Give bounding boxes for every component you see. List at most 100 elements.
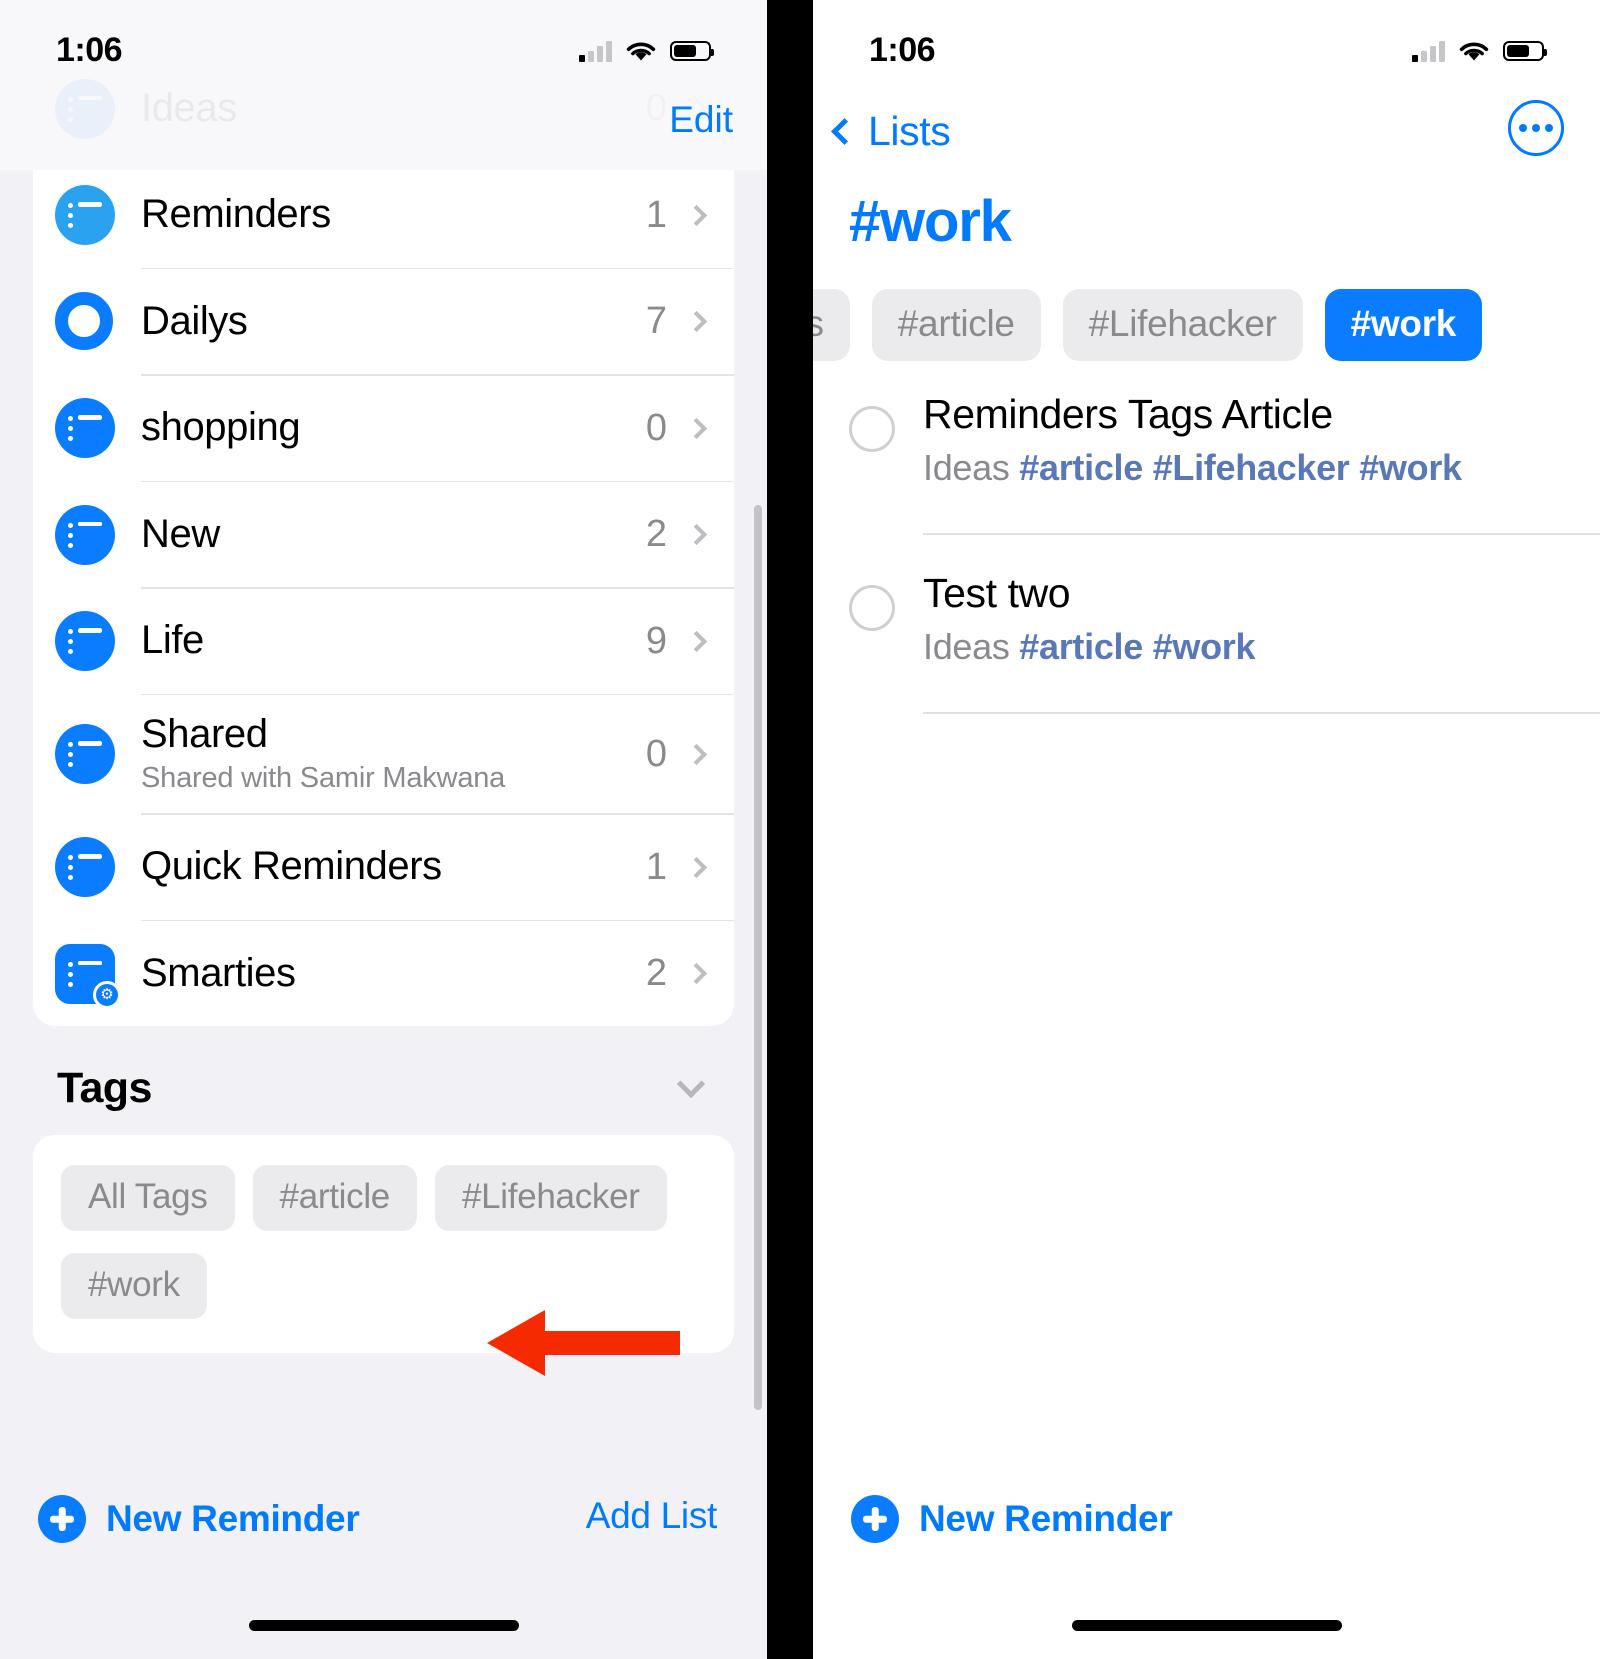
new-reminder-label: New Reminder <box>106 1498 360 1539</box>
reminder-spacer <box>813 714 1600 748</box>
tag-filter-pill[interactable]: #Lifehacker <box>1062 289 1303 361</box>
cellular-signal-icon <box>579 40 612 62</box>
list-subtitle: Shared with Samir Makwana <box>141 761 506 794</box>
new-reminder-button[interactable]: New Reminder <box>851 1495 1173 1543</box>
list-row[interactable]: Shared Shared with Samir Makwana 0 <box>33 695 734 813</box>
status-time: 1:06 <box>869 30 936 69</box>
list-name: Life <box>141 618 204 663</box>
list-row[interactable]: Quick Reminders 1 <box>33 815 734 920</box>
reminder-text: Test two Ideas #article #work <box>923 569 1600 678</box>
list-count: 1 <box>645 845 667 888</box>
list-count: 9 <box>645 619 667 662</box>
reminder-tag[interactable]: #Lifehacker <box>1153 447 1350 488</box>
chevron-right-icon <box>685 962 708 985</box>
status-indicators <box>1412 29 1547 64</box>
list-row-text: Dailys <box>141 298 646 343</box>
right-phone-screen: 1:06 Lists #work s #article #Lifehacker … <box>767 0 1600 1659</box>
tag-filter-pill[interactable]: ags <box>813 289 850 361</box>
new-reminder-button[interactable]: New Reminder <box>38 1495 360 1543</box>
list-name: Dailys <box>141 298 248 343</box>
vertical-scrollbar[interactable] <box>754 505 762 1410</box>
reminder-tag[interactable]: #article <box>1019 447 1143 488</box>
tag-pill[interactable]: All Tags <box>61 1165 235 1231</box>
list-row[interactable]: Life 9 <box>33 589 734 694</box>
list-row-text: Shared Shared with Samir Makwana <box>141 713 646 794</box>
list-row-text: shopping <box>141 406 646 449</box>
reminder-spacer <box>813 499 1600 533</box>
new-reminder-label: New Reminder <box>919 1498 1173 1539</box>
reminder-list-name: Ideas <box>923 626 1010 668</box>
plus-circle-icon <box>851 1495 899 1543</box>
chevron-right-icon <box>685 204 708 226</box>
list-row[interactable]: Dailys 7 <box>33 269 734 374</box>
right-status-bar: 1:06 <box>813 0 1600 92</box>
reminder-tag[interactable]: #article <box>1019 626 1143 667</box>
ellipsis-circle-icon[interactable] <box>1508 100 1564 156</box>
battery-icon <box>1503 41 1547 61</box>
status-time: 1:06 <box>56 30 123 69</box>
list-icon <box>55 398 115 458</box>
list-row[interactable]: New 2 <box>33 482 734 587</box>
reminder-tag[interactable]: #work <box>1153 626 1256 667</box>
cellular-signal-icon <box>1412 40 1445 62</box>
left-status-bar: 1:06 <box>0 0 767 92</box>
reminder-subtitle: Ideas #article #work <box>923 626 1600 668</box>
list-row[interactable]: shopping 0 <box>33 376 734 481</box>
lists-scroll-area[interactable]: Ideas0Reminders1Dailys7shopping0New2Life… <box>0 0 755 1659</box>
wifi-icon <box>626 42 656 60</box>
reminder-tag[interactable]: #work <box>1359 447 1462 488</box>
add-list-button[interactable]: Add List <box>586 1495 718 1537</box>
battery-icon <box>670 41 714 61</box>
dual-screenshot: Ideas 0 Reminders 1 Dailys 7 shopping 0 New 2 Life… <box>0 0 1600 1659</box>
list-icon <box>55 837 115 897</box>
chevron-down-icon[interactable] <box>676 1069 706 1098</box>
tag-pill[interactable]: #work <box>61 1253 207 1319</box>
list-icon <box>55 504 115 565</box>
list-count: 1 <box>645 193 667 236</box>
reminder-spacer <box>813 535 1600 569</box>
circle-unchecked-icon[interactable] <box>849 584 895 631</box>
left-bottom-toolbar: New Reminder Add List <box>0 1459 755 1659</box>
smart-list-icon: ⚙ <box>55 943 121 1009</box>
tag-filter-pill[interactable]: #work <box>1324 289 1483 361</box>
red-arrow-left <box>487 1310 680 1376</box>
tag-pill[interactable]: #article <box>252 1165 417 1231</box>
list-row[interactable]: ⚙ Smarties 2 <box>33 921 734 1026</box>
list-name: shopping <box>141 405 301 450</box>
reminder-spacer <box>813 678 1600 712</box>
chevron-right-icon <box>685 856 708 878</box>
left-phone-screen: Ideas0Reminders1Dailys7shopping0New2Life… <box>0 0 767 1659</box>
list-row[interactable]: Reminders 1 <box>33 163 734 268</box>
reminder-title: Reminders Tags Article <box>923 391 1333 437</box>
tag-pill[interactable]: #Lifehacker <box>434 1165 667 1231</box>
reminders-list: Reminders Tags Article Ideas #article #Li… <box>813 390 1600 748</box>
chevron-left-icon <box>831 118 858 145</box>
tags-header-label: Tags <box>57 1064 152 1112</box>
right-navigation-bar: Lists #work <box>813 92 1600 282</box>
status-indicators <box>579 29 714 64</box>
reminder-text: Reminders Tags Article Ideas #article #Li… <box>923 390 1600 499</box>
list-name: Reminders <box>141 192 331 237</box>
plus-circle-icon <box>38 1495 86 1543</box>
list-count: 2 <box>645 513 667 555</box>
list-icon <box>55 611 115 671</box>
list-row-text: Life <box>141 619 646 662</box>
reminder-row[interactable]: Test two Ideas #article #work <box>813 569 1600 678</box>
gear-icon: ⚙ <box>93 980 121 1009</box>
chevron-right-icon <box>685 417 708 439</box>
tag-filter-pill[interactable]: #article <box>871 289 1041 361</box>
list-icon <box>55 185 115 245</box>
tags-section-header[interactable]: Tags <box>57 1064 715 1113</box>
page-title: #work <box>849 189 1012 254</box>
edit-button[interactable]: Edit <box>669 101 733 138</box>
circle-unchecked-icon[interactable] <box>849 406 895 452</box>
reminder-row[interactable]: Reminders Tags Article Ideas #article #Li… <box>813 390 1600 499</box>
back-to-lists-button[interactable]: Lists <box>831 108 951 155</box>
list-icon <box>55 724 115 784</box>
list-name: Smarties <box>141 950 296 995</box>
list-name: Shared <box>141 712 268 757</box>
reminder-title: Test two <box>923 569 1071 616</box>
list-row-text: Quick Reminders <box>141 845 646 888</box>
list-count: 0 <box>645 406 667 449</box>
tag-filter-bar[interactable]: ags #article #Lifehacker #work <box>813 286 1600 364</box>
